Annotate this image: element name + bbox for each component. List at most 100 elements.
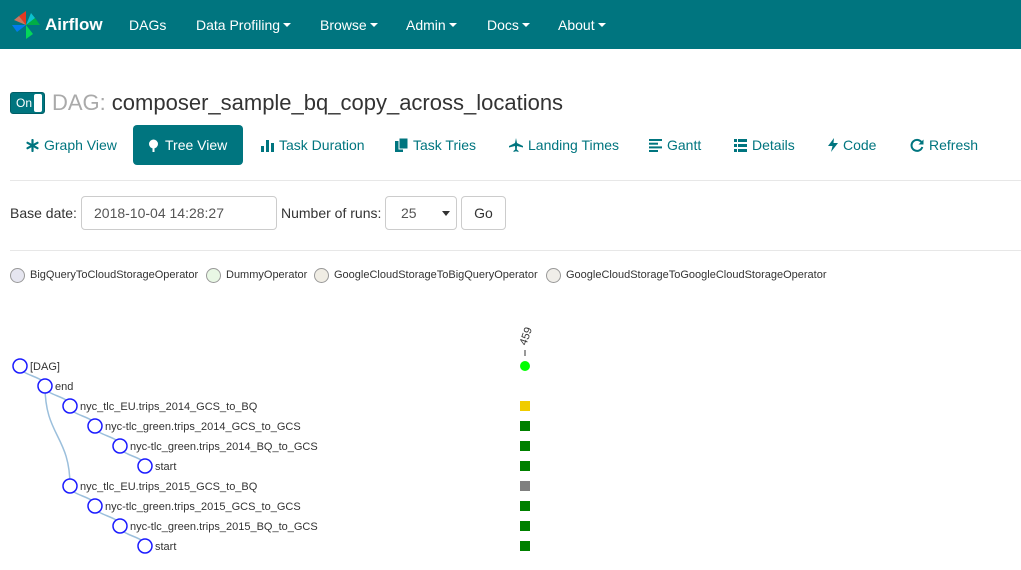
dag-pause-toggle[interactable]: On: [10, 92, 45, 114]
tree-node-label[interactable]: nyc_tlc_EU.trips_2014_GCS_to_BQ: [80, 401, 258, 413]
tree-node-circle[interactable]: [12, 358, 28, 374]
legend-item: GoogleCloudStorageToGoogleCloudStorageOp…: [546, 266, 830, 284]
tab-label: Landing Times: [528, 137, 620, 153]
nav-about[interactable]: About: [558, 0, 606, 49]
brand-name: Airflow: [45, 14, 103, 34]
bar-chart-icon: [261, 139, 274, 152]
legend-swatch: [206, 267, 221, 283]
tree-node-label[interactable]: nyc-tlc_green.trips_2014_BQ_to_GCS: [130, 441, 318, 453]
tree-links: [19, 365, 146, 547]
dag-id: composer_sample_bq_copy_across_locations: [111, 90, 564, 115]
nav-about-label: About: [558, 16, 595, 33]
tab-task-tries[interactable]: Task Tries: [381, 125, 490, 165]
legend-label: GoogleCloudStorageToBigQueryOperator: [334, 269, 541, 281]
refresh-icon: [910, 138, 924, 152]
caret-down-icon: [369, 22, 378, 27]
tab-gantt[interactable]: Gantt: [635, 125, 715, 165]
task-instance-status[interactable]: [520, 501, 530, 511]
tree-node-label[interactable]: nyc-tlc_green.trips_2014_GCS_to_GCS: [105, 421, 301, 433]
go-button[interactable]: Go: [461, 196, 506, 230]
tab-graph-view[interactable]: Graph View: [12, 125, 131, 165]
num-runs-label: Number of runs:: [281, 205, 382, 221]
select-arrow-icon: [442, 210, 450, 216]
tree-node-label[interactable]: [DAG]: [30, 361, 60, 373]
base-date-label: Base date:: [10, 205, 77, 221]
tree-node-circle[interactable]: [62, 398, 78, 414]
task-instance-status[interactable]: [520, 361, 530, 371]
num-runs-value: 25: [401, 205, 417, 221]
dag-title-row: On DAG: composer_sample_bq_copy_across_l…: [10, 90, 563, 116]
tree-node-label[interactable]: start: [155, 541, 176, 553]
task-instance-status[interactable]: [520, 381, 530, 391]
legend-label: DummyOperator: [226, 269, 311, 281]
nav-data-profiling[interactable]: Data Profiling: [196, 0, 292, 49]
tree-node-label[interactable]: start: [155, 461, 176, 473]
task-instance-status[interactable]: [520, 441, 530, 451]
tab-landing-times[interactable]: Landing Times: [495, 125, 633, 165]
tab-label: Task Duration: [279, 137, 365, 153]
toggle-knob: [34, 94, 42, 112]
nav-admin[interactable]: Admin: [406, 0, 457, 49]
align-left-icon: [649, 138, 662, 152]
nav-docs[interactable]: Docs: [487, 0, 530, 49]
tree-node-circle[interactable]: [112, 438, 128, 454]
run-label[interactable]: 459: [518, 326, 536, 347]
tab-label: Refresh: [929, 137, 979, 153]
caret-down-icon: [521, 22, 530, 27]
legend-swatch: [546, 267, 561, 283]
tree-node-label[interactable]: nyc-tlc_green.trips_2015_GCS_to_GCS: [105, 501, 301, 513]
tree-node-circle[interactable]: [62, 478, 78, 494]
tree-node-circle[interactable]: [87, 498, 103, 514]
tree-node-label[interactable]: nyc-tlc_green.trips_2015_BQ_to_GCS: [130, 521, 318, 533]
nav-docs-label: Docs: [487, 16, 519, 33]
tab-details[interactable]: Details: [720, 125, 809, 165]
tree-node-circle[interactable]: [137, 538, 153, 554]
num-runs-select[interactable]: 25: [385, 196, 457, 230]
tree-status-column: 459: [518, 326, 536, 551]
tab-label: Task Tries: [413, 137, 477, 153]
task-instance-status[interactable]: [520, 481, 530, 491]
caret-down-icon: [597, 22, 606, 27]
nav-browse[interactable]: Browse: [320, 0, 378, 49]
tree-node-circle[interactable]: [87, 418, 103, 434]
asterisk-icon: [26, 138, 39, 152]
tab-label: Tree View: [165, 137, 228, 153]
tree-node-label[interactable]: end: [55, 381, 73, 393]
list-icon: [734, 138, 747, 152]
legend-swatch: [314, 267, 329, 283]
nav-browse-label: Browse: [320, 16, 367, 33]
legend-swatch: [10, 267, 25, 283]
duplicate-icon: [395, 138, 408, 152]
task-instance-status[interactable]: [520, 521, 530, 531]
flash-icon: [828, 138, 838, 152]
legend-item: GoogleCloudStorageToBigQueryOperator: [314, 266, 541, 284]
nav-admin-label: Admin: [406, 16, 446, 33]
dag-prefix: DAG:: [52, 90, 106, 115]
tree-node-label[interactable]: nyc_tlc_EU.trips_2015_GCS_to_BQ: [80, 481, 258, 493]
tree-options-form: Base date: 2018-10-04 14:28:27 Number of…: [10, 196, 1021, 251]
task-instance-status[interactable]: [520, 541, 530, 551]
top-navbar: Airflow DAGs Data Profiling Browse Admin…: [0, 0, 1021, 49]
tab-task-duration[interactable]: Task Duration: [247, 125, 379, 165]
task-instance-status[interactable]: [520, 421, 530, 431]
tab-label: Details: [752, 137, 795, 153]
task-instance-status[interactable]: [520, 401, 530, 411]
dag-tree-view: [DAG] end nyc_tlc_EU.trips_2014_GCS_to_BQn…: [12, 326, 536, 554]
nav-dags[interactable]: DAGs: [129, 0, 166, 49]
task-instance-status[interactable]: [520, 461, 530, 471]
legend-item: BigQueryToCloudStorageOperator: [10, 266, 202, 284]
tree-node-circle[interactable]: [137, 458, 153, 474]
view-tabs: Graph View Tree View Task Duration Task …: [10, 125, 1021, 181]
tab-refresh[interactable]: Refresh: [896, 125, 992, 165]
plane-icon: [509, 138, 523, 152]
tab-tree-view[interactable]: Tree View: [133, 125, 243, 165]
tree-node-circle[interactable]: [112, 518, 128, 534]
legend-label: GoogleCloudStorageToGoogleCloudStorageOp…: [566, 269, 830, 281]
tab-label: Gantt: [667, 137, 702, 153]
tree-node-circle[interactable]: [37, 378, 53, 394]
tab-code[interactable]: Code: [814, 125, 890, 165]
tab-label: Graph View: [44, 137, 117, 153]
legend-label: BigQueryToCloudStorageOperator: [30, 269, 202, 281]
brand-link[interactable]: Airflow: [11, 0, 103, 49]
base-date-input[interactable]: 2018-10-04 14:28:27: [81, 196, 277, 230]
